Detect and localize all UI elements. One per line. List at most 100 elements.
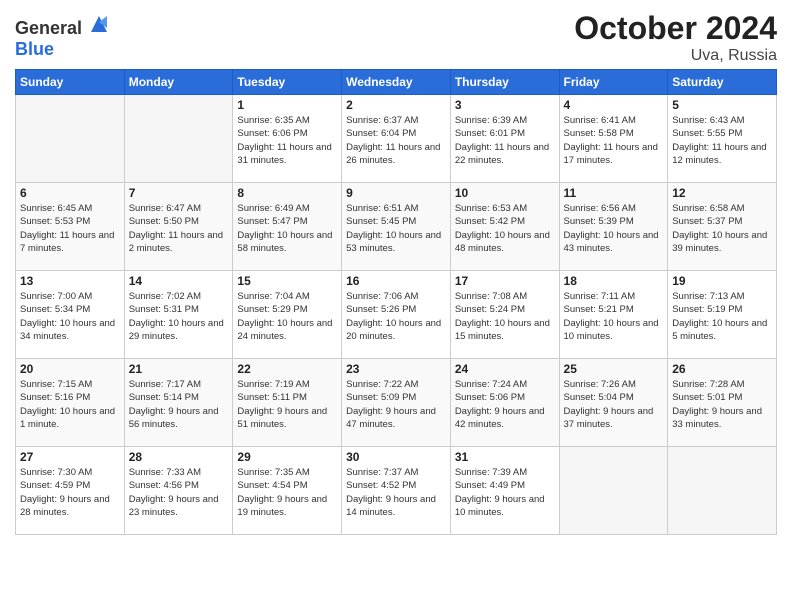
weekday-header: Saturday <box>668 70 777 95</box>
day-info: Sunrise: 6:41 AMSunset: 5:58 PMDaylight:… <box>564 114 664 167</box>
day-number: 14 <box>129 274 229 288</box>
day-number: 13 <box>20 274 120 288</box>
calendar-week-row: 1Sunrise: 6:35 AMSunset: 6:06 PMDaylight… <box>16 95 777 183</box>
day-info: Sunrise: 7:08 AMSunset: 5:24 PMDaylight:… <box>455 290 555 343</box>
weekday-header: Monday <box>124 70 233 95</box>
calendar-table: SundayMondayTuesdayWednesdayThursdayFrid… <box>15 69 777 535</box>
day-info: Sunrise: 7:02 AMSunset: 5:31 PMDaylight:… <box>129 290 229 343</box>
calendar-cell: 17 Sunrise: 7:08 AMSunset: 5:24 PMDayligh… <box>450 271 559 359</box>
day-number: 22 <box>237 362 337 376</box>
logo: General Blue <box>15 14 109 60</box>
day-info: Sunrise: 7:13 AMSunset: 5:19 PMDaylight:… <box>672 290 772 343</box>
calendar-cell: 29Sunrise: 7:35 AMSunset: 4:54 PMDayligh… <box>233 447 342 535</box>
calendar-cell <box>16 95 125 183</box>
day-number: 4 <box>564 98 664 112</box>
day-info: Sunrise: 6:39 AMSunset: 6:01 PMDaylight:… <box>455 114 555 167</box>
day-info: Sunrise: 7:33 AMSunset: 4:56 PMDaylight:… <box>129 466 229 519</box>
calendar-cell: 2 Sunrise: 6:37 AMSunset: 6:04 PMDaylight… <box>342 95 451 183</box>
day-info: Sunrise: 7:39 AMSunset: 4:49 PMDaylight:… <box>455 466 555 519</box>
calendar-cell: 16 Sunrise: 7:06 AMSunset: 5:26 PMDayligh… <box>342 271 451 359</box>
calendar-cell: 22Sunrise: 7:19 AMSunset: 5:11 PMDayligh… <box>233 359 342 447</box>
day-info: Sunrise: 6:53 AMSunset: 5:42 PMDaylight:… <box>455 202 555 255</box>
day-info: Sunrise: 7:04 AMSunset: 5:29 PMDaylight:… <box>237 290 337 343</box>
calendar-cell <box>124 95 233 183</box>
day-number: 10 <box>455 186 555 200</box>
day-info: Sunrise: 6:37 AMSunset: 6:04 PMDaylight:… <box>346 114 446 167</box>
day-number: 18 <box>564 274 664 288</box>
day-number: 17 <box>455 274 555 288</box>
calendar-cell: 8 Sunrise: 6:49 AMSunset: 5:47 PMDaylight… <box>233 183 342 271</box>
logo-general: General <box>15 18 82 38</box>
calendar-cell <box>559 447 668 535</box>
day-number: 5 <box>672 98 772 112</box>
day-info: Sunrise: 6:56 AMSunset: 5:39 PMDaylight:… <box>564 202 664 255</box>
day-number: 28 <box>129 450 229 464</box>
day-info: Sunrise: 7:35 AMSunset: 4:54 PMDaylight:… <box>237 466 337 519</box>
weekday-header-row: SundayMondayTuesdayWednesdayThursdayFrid… <box>16 70 777 95</box>
calendar-cell: 7Sunrise: 6:47 AMSunset: 5:50 PMDaylight… <box>124 183 233 271</box>
calendar-week-row: 20Sunrise: 7:15 AMSunset: 5:16 PMDayligh… <box>16 359 777 447</box>
day-number: 30 <box>346 450 446 464</box>
day-info: Sunrise: 7:17 AMSunset: 5:14 PMDaylight:… <box>129 378 229 431</box>
calendar-cell: 13Sunrise: 7:00 AMSunset: 5:34 PMDayligh… <box>16 271 125 359</box>
calendar-cell: 10 Sunrise: 6:53 AMSunset: 5:42 PMDayligh… <box>450 183 559 271</box>
day-info: Sunrise: 6:45 AMSunset: 5:53 PMDaylight:… <box>20 202 120 255</box>
calendar-cell: 25Sunrise: 7:26 AMSunset: 5:04 PMDayligh… <box>559 359 668 447</box>
day-number: 3 <box>455 98 555 112</box>
day-number: 21 <box>129 362 229 376</box>
day-number: 11 <box>564 186 664 200</box>
page-container: General Blue October 2024 Uva, Russia Su… <box>0 0 792 545</box>
day-info: Sunrise: 6:47 AMSunset: 5:50 PMDaylight:… <box>129 202 229 255</box>
day-info: Sunrise: 7:11 AMSunset: 5:21 PMDaylight:… <box>564 290 664 343</box>
calendar-cell: 15 Sunrise: 7:04 AMSunset: 5:29 PMDayligh… <box>233 271 342 359</box>
calendar-cell: 6 Sunrise: 6:45 AMSunset: 5:53 PMDaylight… <box>16 183 125 271</box>
logo-text: General Blue <box>15 14 109 60</box>
day-number: 20 <box>20 362 120 376</box>
day-number: 1 <box>237 98 337 112</box>
day-number: 26 <box>672 362 772 376</box>
day-info: Sunrise: 7:37 AMSunset: 4:52 PMDaylight:… <box>346 466 446 519</box>
weekday-header: Sunday <box>16 70 125 95</box>
header: General Blue October 2024 Uva, Russia <box>15 10 777 65</box>
day-number: 12 <box>672 186 772 200</box>
day-number: 6 <box>20 186 120 200</box>
day-number: 19 <box>672 274 772 288</box>
calendar-cell: 3 Sunrise: 6:39 AMSunset: 6:01 PMDaylight… <box>450 95 559 183</box>
logo-blue: Blue <box>15 39 54 59</box>
day-info: Sunrise: 6:58 AMSunset: 5:37 PMDaylight:… <box>672 202 772 255</box>
day-number: 24 <box>455 362 555 376</box>
calendar-cell: 26 Sunrise: 7:28 AMSunset: 5:01 PMDayligh… <box>668 359 777 447</box>
calendar-cell <box>668 447 777 535</box>
day-info: Sunrise: 7:30 AMSunset: 4:59 PMDaylight:… <box>20 466 120 519</box>
calendar-cell: 27Sunrise: 7:30 AMSunset: 4:59 PMDayligh… <box>16 447 125 535</box>
day-number: 25 <box>564 362 664 376</box>
calendar-cell: 20Sunrise: 7:15 AMSunset: 5:16 PMDayligh… <box>16 359 125 447</box>
day-info: Sunrise: 7:28 AMSunset: 5:01 PMDaylight:… <box>672 378 772 431</box>
day-info: Sunrise: 6:51 AMSunset: 5:45 PMDaylight:… <box>346 202 446 255</box>
calendar-subtitle: Uva, Russia <box>574 47 777 65</box>
day-info: Sunrise: 6:43 AMSunset: 5:55 PMDaylight:… <box>672 114 772 167</box>
day-info: Sunrise: 7:06 AMSunset: 5:26 PMDaylight:… <box>346 290 446 343</box>
calendar-cell: 9 Sunrise: 6:51 AMSunset: 5:45 PMDaylight… <box>342 183 451 271</box>
calendar-cell: 12 Sunrise: 6:58 AMSunset: 5:37 PMDayligh… <box>668 183 777 271</box>
day-number: 8 <box>237 186 337 200</box>
weekday-header: Thursday <box>450 70 559 95</box>
day-info: Sunrise: 6:49 AMSunset: 5:47 PMDaylight:… <box>237 202 337 255</box>
calendar-cell: 30 Sunrise: 7:37 AMSunset: 4:52 PMDayligh… <box>342 447 451 535</box>
title-block: October 2024 Uva, Russia <box>574 10 777 65</box>
calendar-cell: 1Sunrise: 6:35 AMSunset: 6:06 PMDaylight… <box>233 95 342 183</box>
day-number: 16 <box>346 274 446 288</box>
day-number: 15 <box>237 274 337 288</box>
calendar-cell: 14 Sunrise: 7:02 AMSunset: 5:31 PMDayligh… <box>124 271 233 359</box>
day-number: 23 <box>346 362 446 376</box>
day-number: 2 <box>346 98 446 112</box>
calendar-cell: 28 Sunrise: 7:33 AMSunset: 4:56 PMDayligh… <box>124 447 233 535</box>
calendar-title: October 2024 <box>574 10 777 47</box>
weekday-header: Friday <box>559 70 668 95</box>
weekday-header: Tuesday <box>233 70 342 95</box>
calendar-cell: 4 Sunrise: 6:41 AMSunset: 5:58 PMDaylight… <box>559 95 668 183</box>
day-number: 9 <box>346 186 446 200</box>
calendar-cell: 18 Sunrise: 7:11 AMSunset: 5:21 PMDayligh… <box>559 271 668 359</box>
logo-icon <box>89 14 109 34</box>
calendar-cell: 31Sunrise: 7:39 AMSunset: 4:49 PMDayligh… <box>450 447 559 535</box>
